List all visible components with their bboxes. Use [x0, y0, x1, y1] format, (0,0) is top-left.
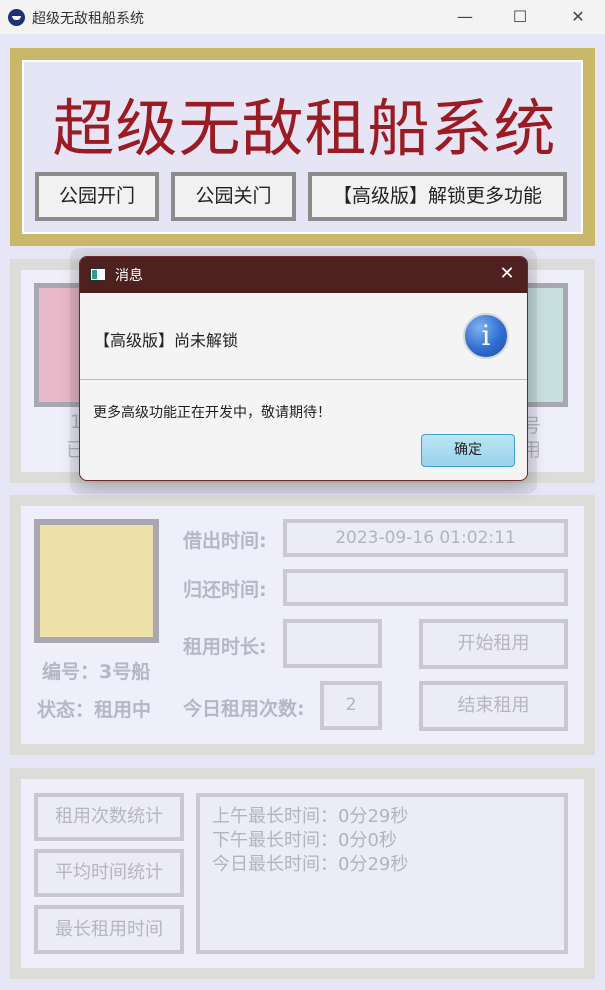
- park-close-button[interactable]: 公园关门: [171, 172, 296, 221]
- duration-label: 租用时长:: [183, 636, 267, 658]
- lend-time-label: 借出时间:: [183, 530, 267, 552]
- window-icon: [90, 268, 106, 281]
- message-dialog: 消息 ✕ 【高级版】尚未解锁 i 更多高级功能正在开发中，敬请期待！ 确定: [79, 256, 528, 481]
- stats-line-afternoon: 下午最长时间：0分0秒: [212, 830, 397, 851]
- duration-field[interactable]: [283, 619, 382, 668]
- app-big-title: 超级无敌租船系统: [52, 95, 557, 164]
- boat-status: 状态：租用中: [37, 699, 152, 721]
- boat-color-swatch: [34, 519, 159, 643]
- average-time-stats-button[interactable]: 平均时间统计: [34, 849, 184, 897]
- window-titlebar: 超级无敌租船系统 — ☐ ✕: [0, 0, 605, 34]
- info-icon: i: [463, 313, 509, 359]
- return-time-field[interactable]: [283, 569, 568, 606]
- longest-rental-button[interactable]: 最长租用时间: [34, 905, 184, 954]
- app-icon: [8, 9, 25, 26]
- dialog-header: 【高级版】尚未解锁 i: [80, 293, 527, 380]
- dialog-title: 消息: [115, 268, 143, 284]
- header-panel: 超级无敌租船系统 公园开门 公园关门 【高级版】解锁更多功能: [10, 48, 595, 246]
- lend-time-field[interactable]: 2023-09-16 01:02:11: [283, 519, 568, 557]
- stats-line-morning: 上午最长时间：0分29秒: [212, 806, 409, 827]
- park-open-button[interactable]: 公园开门: [35, 172, 159, 221]
- rental-count-stats-button[interactable]: 租用次数统计: [34, 793, 184, 841]
- return-time-label: 归还时间:: [183, 579, 267, 601]
- stats-panel: 租用次数统计 平均时间统计 最长租用时间 上午最长时间：0分29秒 下午最长时间…: [10, 768, 595, 979]
- window-title: 超级无敌租船系统: [32, 11, 144, 27]
- stats-output-area: 上午最长时间：0分29秒 下午最长时间：0分0秒 今日最长时间：0分29秒: [196, 793, 568, 954]
- dialog-content-text: 更多高级功能正在开发中，敬请期待！: [93, 405, 331, 421]
- start-rental-button[interactable]: 开始租用: [419, 619, 568, 669]
- dialog-close-button[interactable]: ✕: [495, 262, 519, 286]
- close-button[interactable]: ✕: [555, 0, 601, 34]
- boat-number: 编号：3号船: [42, 661, 151, 683]
- dialog-header-text: 【高级版】尚未解锁: [94, 331, 239, 350]
- boat-detail-panel: 编号：3号船 状态：租用中 借出时间: 2023-09-16 01:02:11 …: [10, 495, 595, 755]
- unlock-premium-button[interactable]: 【高级版】解锁更多功能: [308, 172, 567, 221]
- today-count-field[interactable]: 2: [320, 681, 382, 730]
- ok-button[interactable]: 确定: [421, 434, 515, 467]
- maximize-button[interactable]: ☐: [497, 0, 543, 34]
- end-rental-button[interactable]: 结束租用: [419, 681, 568, 731]
- today-count-label: 今日租用次数:: [183, 698, 305, 720]
- dialog-titlebar: 消息 ✕: [80, 257, 527, 293]
- stats-line-today: 今日最长时间：0分29秒: [212, 854, 409, 875]
- minimize-button[interactable]: —: [442, 0, 488, 34]
